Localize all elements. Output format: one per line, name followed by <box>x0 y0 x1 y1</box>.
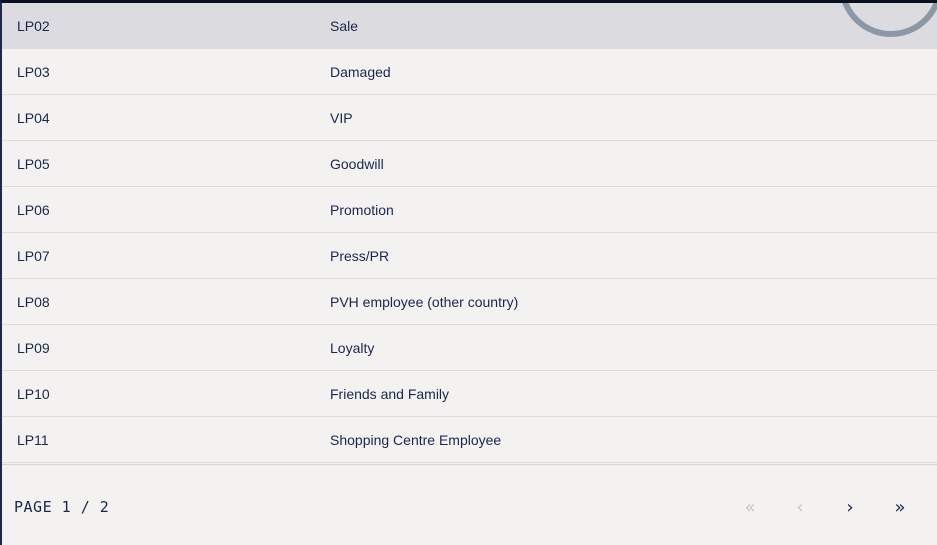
table-row[interactable]: LP08 PVH employee (other country) <box>2 279 937 325</box>
reason-code-cell: LP02 <box>17 17 50 34</box>
table-row[interactable]: LP06 Promotion <box>2 187 937 233</box>
reason-code-list-panel: LP02 Sale LP03 Damaged LP04 VIP LP05 Goo… <box>0 0 937 545</box>
reason-code-cell: LP05 <box>17 155 50 172</box>
reason-code-cell: LP06 <box>17 201 50 218</box>
reason-code-cell: LP07 <box>17 247 50 264</box>
reason-code-cell: LP10 <box>17 385 50 402</box>
table-row[interactable]: LP03 Damaged <box>2 49 937 95</box>
reason-description-cell: Promotion <box>330 201 394 218</box>
reason-code-cell: LP03 <box>17 63 50 80</box>
reason-description-cell: VIP <box>330 109 353 126</box>
reason-description-cell: Goodwill <box>330 155 384 172</box>
previous-page-button[interactable]: ‹ <box>775 492 825 522</box>
double-chevron-right-icon: » <box>894 496 906 518</box>
table-row[interactable]: LP07 Press/PR <box>2 233 937 279</box>
reason-code-cell: LP09 <box>17 339 50 356</box>
reason-description-cell: Sale <box>330 17 359 34</box>
pagination-bar: PAGE 1 / 2 « ‹ › » <box>2 464 937 545</box>
reason-description-cell: Shopping Centre Employee <box>330 431 502 448</box>
reason-code-cell: LP11 <box>17 431 49 448</box>
reason-code-table: LP02 Sale LP03 Damaged LP04 VIP LP05 Goo… <box>2 3 937 463</box>
table-row[interactable]: LP04 VIP <box>2 95 937 141</box>
table-row[interactable]: LP09 Loyalty <box>2 325 937 371</box>
chevron-right-icon: › <box>846 496 854 518</box>
table-row[interactable]: LP02 Sale <box>2 3 937 49</box>
reason-code-cell: LP04 <box>17 109 50 126</box>
table-row[interactable]: LP05 Goodwill <box>2 141 937 187</box>
reason-description-cell: PVH employee (other country) <box>330 293 519 310</box>
reason-description-cell: Press/PR <box>330 247 390 264</box>
pagination-controls: « ‹ › » <box>725 492 937 522</box>
reason-description-cell: Damaged <box>330 63 391 80</box>
table-row[interactable]: LP11 Shopping Centre Employee <box>2 417 937 463</box>
first-page-button[interactable]: « <box>725 492 775 522</box>
reason-description-cell: Loyalty <box>330 339 375 356</box>
last-page-button[interactable]: » <box>875 492 925 522</box>
reason-code-cell: LP08 <box>17 293 50 310</box>
page-indicator: PAGE 1 / 2 <box>14 498 110 516</box>
double-chevron-left-icon: « <box>744 496 756 518</box>
table-row[interactable]: LP10 Friends and Family <box>2 371 937 417</box>
chevron-left-icon: ‹ <box>796 496 804 518</box>
next-page-button[interactable]: › <box>825 492 875 522</box>
reason-description-cell: Friends and Family <box>330 385 450 402</box>
